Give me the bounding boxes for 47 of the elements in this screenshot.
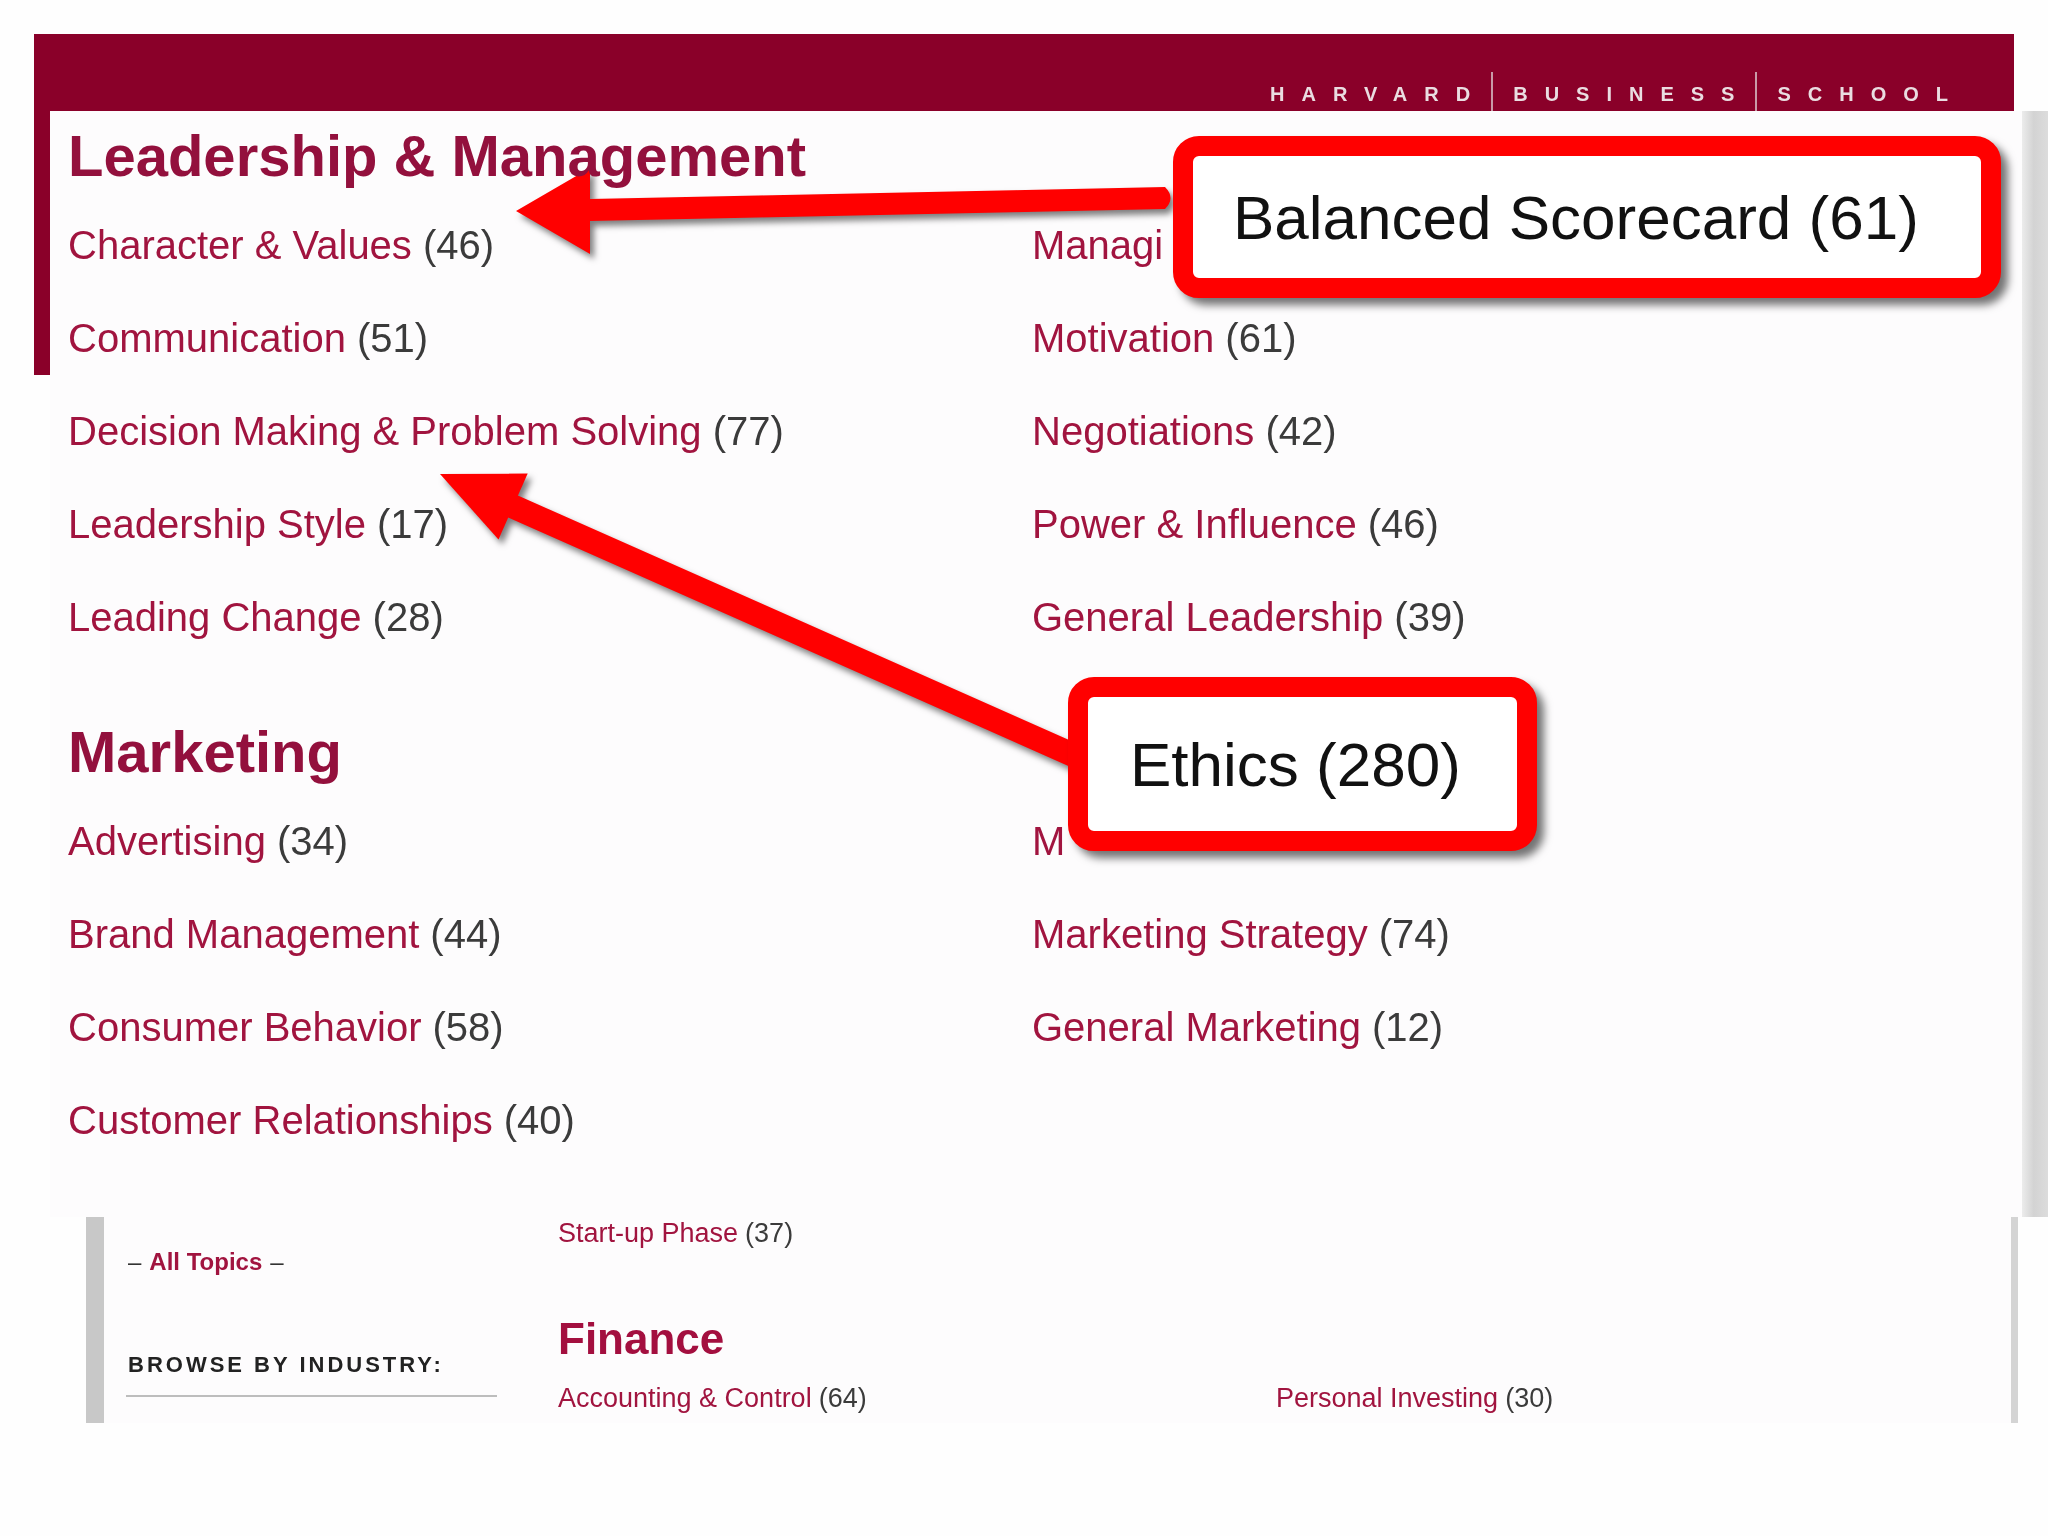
topic-link[interactable]: Personal Investing xyxy=(1276,1383,1499,1413)
topic-link[interactable]: Decision Making & Problem Solving xyxy=(68,409,702,452)
topic-count: (34) xyxy=(276,819,348,862)
topic-count: (61) xyxy=(1225,316,1297,359)
topic-link[interactable]: Character & Values xyxy=(68,223,412,266)
topic-count: (28) xyxy=(372,595,444,638)
topic-count: (46) xyxy=(422,223,494,266)
topic-count: (42) xyxy=(1265,409,1337,452)
topic-link[interactable]: Consumer Behavior xyxy=(68,1005,422,1048)
browse-heading: BROWSE BY INDUSTRY: xyxy=(126,1351,497,1397)
wordmark-text: HARVARD xyxy=(1269,82,1489,107)
topic-link[interactable]: Leading Change xyxy=(68,595,362,638)
topic-count: (77) xyxy=(712,409,784,452)
topic-link[interactable]: Communication xyxy=(68,316,346,359)
dash-text: – xyxy=(270,1248,284,1276)
topic-link[interactable]: Brand Management xyxy=(68,912,420,955)
topic-count: (30) xyxy=(1505,1383,1554,1413)
scrollbar[interactable] xyxy=(2022,111,2048,1217)
section-heading: Finance xyxy=(558,1315,725,1363)
topic-count: (46) xyxy=(1367,502,1439,545)
topic-count: (51) xyxy=(356,316,429,359)
topic-count: (37) xyxy=(745,1218,794,1248)
topic-link[interactable]: General Marketing xyxy=(1032,1005,1362,1048)
topic-link[interactable]: Start-up Phase xyxy=(558,1218,739,1248)
topic-link[interactable]: Marketing Strategy xyxy=(1032,912,1368,955)
all-topics-link[interactable]: All Topics xyxy=(149,1248,263,1276)
topic-link[interactable]: M xyxy=(1032,819,1066,862)
topic-count: (64) xyxy=(818,1383,867,1413)
topic-link[interactable]: Power & Influence xyxy=(1032,502,1357,545)
topic-count: (39) xyxy=(1394,595,1466,638)
topic-link[interactable]: Customer Relationships xyxy=(68,1098,493,1141)
callout: Balanced Scorecard (61) xyxy=(1173,136,2001,298)
topic-count: (74) xyxy=(1378,912,1450,955)
topic-link[interactable]: Managi xyxy=(1032,223,1164,266)
topic-link[interactable]: General Leadership xyxy=(1032,595,1384,638)
topic-count: (40) xyxy=(503,1098,575,1141)
callout: Ethics (280) xyxy=(1068,677,1537,851)
topic-link[interactable]: Advertising xyxy=(68,819,266,862)
topic-link[interactable]: Negotiations xyxy=(1032,409,1255,452)
topic-link[interactable]: Leadership Style xyxy=(68,502,366,545)
topic-count: (12) xyxy=(1372,1005,1444,1048)
dash-text: – xyxy=(128,1248,142,1276)
topic-link[interactable]: Motivation xyxy=(1032,316,1215,359)
topic-count: (58) xyxy=(432,1005,504,1048)
topic-link[interactable]: Accounting & Control xyxy=(558,1383,812,1413)
topic-count: (44) xyxy=(430,912,502,955)
topic-count: (17) xyxy=(376,502,449,545)
